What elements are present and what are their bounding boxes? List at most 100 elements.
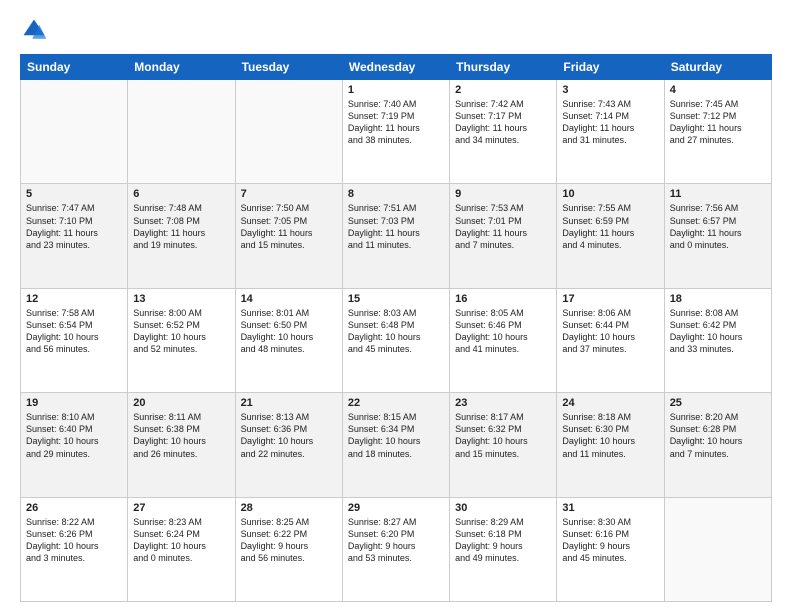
weekday-header-friday: Friday [557,55,664,80]
calendar-week-row: 19 Sunrise: 8:10 AM Sunset: 6:40 PM Dayli… [21,393,772,497]
day-info: Sunrise: 7:56 AM Sunset: 6:57 PM Dayligh… [670,202,766,251]
day-info: Sunrise: 7:42 AM Sunset: 7:17 PM Dayligh… [455,98,551,147]
calendar-cell: 19 Sunrise: 8:10 AM Sunset: 6:40 PM Dayli… [21,393,128,497]
weekday-header-monday: Monday [128,55,235,80]
day-number: 4 [670,84,766,96]
weekday-header-sunday: Sunday [21,55,128,80]
day-number: 16 [455,293,551,305]
day-number: 26 [26,502,122,514]
calendar-cell: 18 Sunrise: 8:08 AM Sunset: 6:42 PM Dayli… [664,288,771,392]
calendar-cell: 17 Sunrise: 8:06 AM Sunset: 6:44 PM Dayli… [557,288,664,392]
day-info: Sunrise: 8:25 AM Sunset: 6:22 PM Dayligh… [241,516,337,565]
day-info: Sunrise: 8:27 AM Sunset: 6:20 PM Dayligh… [348,516,444,565]
day-number: 28 [241,502,337,514]
day-number: 24 [562,397,658,409]
calendar-cell: 3 Sunrise: 7:43 AM Sunset: 7:14 PM Daylig… [557,80,664,184]
day-number: 13 [133,293,229,305]
day-number: 5 [26,188,122,200]
day-info: Sunrise: 8:00 AM Sunset: 6:52 PM Dayligh… [133,307,229,356]
day-number: 6 [133,188,229,200]
day-info: Sunrise: 8:11 AM Sunset: 6:38 PM Dayligh… [133,411,229,460]
calendar-week-row: 12 Sunrise: 7:58 AM Sunset: 6:54 PM Dayli… [21,288,772,392]
day-number: 30 [455,502,551,514]
calendar-cell: 12 Sunrise: 7:58 AM Sunset: 6:54 PM Dayli… [21,288,128,392]
day-number: 2 [455,84,551,96]
calendar-cell: 7 Sunrise: 7:50 AM Sunset: 7:05 PM Daylig… [235,184,342,288]
calendar-cell: 25Sunrise: 8:20 AM Sunset: 6:28 PM Dayli… [664,393,771,497]
day-number: 7 [241,188,337,200]
day-number: 17 [562,293,658,305]
calendar-cell: 1 Sunrise: 7:40 AM Sunset: 7:19 PM Daylig… [342,80,449,184]
day-number: 15 [348,293,444,305]
day-info: Sunrise: 7:40 AM Sunset: 7:19 PM Dayligh… [348,98,444,147]
calendar-cell: 16 Sunrise: 8:05 AM Sunset: 6:46 PM Dayli… [450,288,557,392]
calendar-cell: 15Sunrise: 8:03 AM Sunset: 6:48 PM Dayli… [342,288,449,392]
day-info: Sunrise: 7:58 AM Sunset: 6:54 PM Dayligh… [26,307,122,356]
day-number: 21 [241,397,337,409]
day-number: 14 [241,293,337,305]
calendar-week-row: 5Sunrise: 7:47 AM Sunset: 7:10 PM Daylig… [21,184,772,288]
day-number: 23 [455,397,551,409]
day-number: 22 [348,397,444,409]
calendar-cell: 29Sunrise: 8:27 AM Sunset: 6:20 PM Dayli… [342,497,449,601]
day-number: 8 [348,188,444,200]
day-number: 31 [562,502,658,514]
day-number: 18 [670,293,766,305]
day-info: Sunrise: 8:23 AM Sunset: 6:24 PM Dayligh… [133,516,229,565]
day-number: 19 [26,397,122,409]
day-info: Sunrise: 8:18 AM Sunset: 6:30 PM Dayligh… [562,411,658,460]
day-number: 9 [455,188,551,200]
calendar-cell [235,80,342,184]
day-info: Sunrise: 7:53 AM Sunset: 7:01 PM Dayligh… [455,202,551,251]
day-info: Sunrise: 8:17 AM Sunset: 6:32 PM Dayligh… [455,411,551,460]
calendar-cell: 4 Sunrise: 7:45 AM Sunset: 7:12 PM Daylig… [664,80,771,184]
day-info: Sunrise: 7:43 AM Sunset: 7:14 PM Dayligh… [562,98,658,147]
calendar-cell: 27Sunrise: 8:23 AM Sunset: 6:24 PM Dayli… [128,497,235,601]
day-number: 12 [26,293,122,305]
calendar-cell: 2 Sunrise: 7:42 AM Sunset: 7:17 PM Daylig… [450,80,557,184]
calendar-cell: 20 Sunrise: 8:11 AM Sunset: 6:38 PM Dayli… [128,393,235,497]
day-number: 20 [133,397,229,409]
logo-icon [20,16,48,44]
day-info: Sunrise: 7:55 AM Sunset: 6:59 PM Dayligh… [562,202,658,251]
weekday-header-thursday: Thursday [450,55,557,80]
calendar-cell: 11Sunrise: 7:56 AM Sunset: 6:57 PM Dayli… [664,184,771,288]
calendar-cell: 23 Sunrise: 8:17 AM Sunset: 6:32 PM Dayli… [450,393,557,497]
day-number: 3 [562,84,658,96]
weekday-header-wednesday: Wednesday [342,55,449,80]
calendar-cell: 14 Sunrise: 8:01 AM Sunset: 6:50 PM Dayli… [235,288,342,392]
calendar-cell: 24 Sunrise: 8:18 AM Sunset: 6:30 PM Dayli… [557,393,664,497]
day-info: Sunrise: 8:15 AM Sunset: 6:34 PM Dayligh… [348,411,444,460]
calendar-cell: 6Sunrise: 7:48 AM Sunset: 7:08 PM Daylig… [128,184,235,288]
day-number: 10 [562,188,658,200]
calendar-cell: 5Sunrise: 7:47 AM Sunset: 7:10 PM Daylig… [21,184,128,288]
day-info: Sunrise: 8:06 AM Sunset: 6:44 PM Dayligh… [562,307,658,356]
weekday-header-saturday: Saturday [664,55,771,80]
calendar-cell: 9 Sunrise: 7:53 AM Sunset: 7:01 PM Daylig… [450,184,557,288]
day-info: Sunrise: 8:10 AM Sunset: 6:40 PM Dayligh… [26,411,122,460]
calendar-cell: 21 Sunrise: 8:13 AM Sunset: 6:36 PM Dayli… [235,393,342,497]
day-info: Sunrise: 7:50 AM Sunset: 7:05 PM Dayligh… [241,202,337,251]
weekday-header-row: SundayMondayTuesdayWednesdayThursdayFrid… [21,55,772,80]
calendar-cell: 13 Sunrise: 8:00 AM Sunset: 6:52 PM Dayli… [128,288,235,392]
day-number: 1 [348,84,444,96]
day-info: Sunrise: 8:08 AM Sunset: 6:42 PM Dayligh… [670,307,766,356]
calendar-table: SundayMondayTuesdayWednesdayThursdayFrid… [20,54,772,602]
calendar-cell: 30 Sunrise: 8:29 AM Sunset: 6:18 PM Dayli… [450,497,557,601]
day-info: Sunrise: 8:05 AM Sunset: 6:46 PM Dayligh… [455,307,551,356]
day-info: Sunrise: 8:22 AM Sunset: 6:26 PM Dayligh… [26,516,122,565]
calendar-cell [664,497,771,601]
calendar-cell: 8 Sunrise: 7:51 AM Sunset: 7:03 PM Daylig… [342,184,449,288]
weekday-header-tuesday: Tuesday [235,55,342,80]
calendar-cell: 10 Sunrise: 7:55 AM Sunset: 6:59 PM Dayli… [557,184,664,288]
day-info: Sunrise: 8:30 AM Sunset: 6:16 PM Dayligh… [562,516,658,565]
day-info: Sunrise: 8:01 AM Sunset: 6:50 PM Dayligh… [241,307,337,356]
calendar-cell: 22 Sunrise: 8:15 AM Sunset: 6:34 PM Dayli… [342,393,449,497]
calendar-cell [128,80,235,184]
day-info: Sunrise: 7:51 AM Sunset: 7:03 PM Dayligh… [348,202,444,251]
calendar-cell: 28 Sunrise: 8:25 AM Sunset: 6:22 PM Dayli… [235,497,342,601]
day-info: Sunrise: 8:20 AM Sunset: 6:28 PM Dayligh… [670,411,766,460]
day-info: Sunrise: 8:29 AM Sunset: 6:18 PM Dayligh… [455,516,551,565]
day-info: Sunrise: 7:45 AM Sunset: 7:12 PM Dayligh… [670,98,766,147]
day-info: Sunrise: 8:13 AM Sunset: 6:36 PM Dayligh… [241,411,337,460]
